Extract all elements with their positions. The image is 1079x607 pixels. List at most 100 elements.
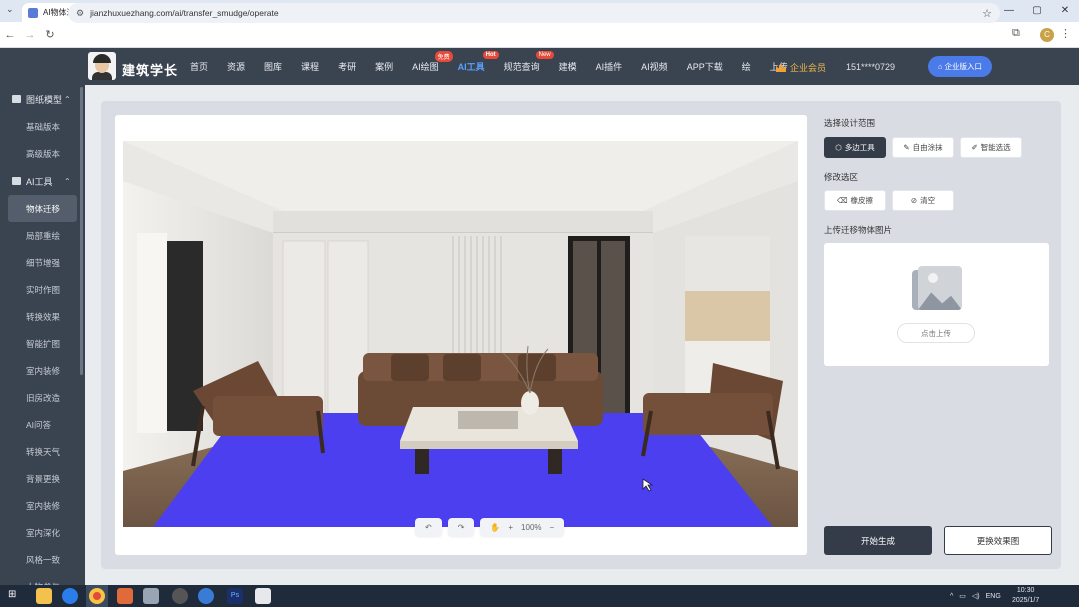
- taskbar-clock[interactable]: 10:30 2025/1/7: [1012, 586, 1039, 606]
- edge-icon[interactable]: [62, 588, 78, 604]
- omnibox[interactable]: ⚙ jianzhuxuezhang.com/ai/transfer_smudge…: [68, 3, 1000, 23]
- network-icon[interactable]: ▭: [959, 592, 966, 600]
- brush-tool-button[interactable]: ✎ 自由涂抹: [892, 137, 954, 158]
- bookmark-star-icon[interactable]: ☆: [982, 7, 992, 20]
- sidebar-item[interactable]: 局部重绘: [0, 222, 85, 249]
- enterprise-button[interactable]: ⌂ 企业版入口: [928, 56, 992, 77]
- room-image-canvas[interactable]: [123, 141, 798, 527]
- polygon-tool-label: 多边工具: [844, 143, 875, 152]
- sidebar-item[interactable]: 人物参与: [0, 573, 85, 586]
- vip-label: 企业会员: [790, 63, 827, 73]
- tab-search-icon[interactable]: ⌄: [6, 4, 14, 15]
- back-icon[interactable]: ←: [0, 29, 20, 41]
- volume-icon[interactable]: ◁): [972, 592, 980, 600]
- nav-item[interactable]: 案例: [375, 60, 393, 73]
- sidebar-item[interactable]: 基础版本: [0, 113, 85, 140]
- app-icon-3[interactable]: [172, 588, 188, 604]
- sidebar-item[interactable]: 转换天气: [0, 438, 85, 465]
- forward-icon[interactable]: →: [20, 29, 40, 41]
- nav-badge: Hot: [482, 51, 499, 59]
- sidebar-group[interactable]: AI工具 ⌃: [0, 167, 85, 195]
- sidebar-item[interactable]: 室内装修: [0, 357, 85, 384]
- nav-item[interactable]: 考研: [338, 60, 356, 73]
- group-icon: [12, 177, 21, 185]
- extensions-icon[interactable]: ⧉: [1012, 27, 1020, 40]
- eraser-label: 橡皮擦: [850, 196, 874, 205]
- window-controls: — ▢ ✕: [995, 0, 1079, 22]
- file-explorer-icon[interactable]: [36, 588, 52, 604]
- sidebar-scrollbar[interactable]: [80, 87, 83, 375]
- favicon-icon: [28, 7, 38, 18]
- sidebar-item[interactable]: 背景更换: [0, 465, 85, 492]
- sidebar-item[interactable]: 物体迁移: [8, 195, 77, 222]
- sidebar-item[interactable]: 室内装修: [0, 492, 85, 519]
- maximize-icon[interactable]: ▢: [1023, 0, 1051, 22]
- swap-result-button[interactable]: 更换效果图: [944, 526, 1052, 555]
- brush-tool-icon: ✎: [903, 143, 910, 152]
- brand-name[interactable]: 建筑学长: [122, 60, 178, 79]
- nav-item[interactable]: AI工具 Hot: [458, 51, 499, 73]
- sidebar-item[interactable]: 风格一致: [0, 546, 85, 573]
- close-window-icon[interactable]: ✕: [1051, 0, 1079, 22]
- vip-link[interactable]: 企业会员: [776, 61, 826, 74]
- language-indicator[interactable]: ENG: [986, 593, 1001, 600]
- start-icon[interactable]: ⊞: [8, 589, 16, 600]
- zoom-in-icon[interactable]: +: [508, 523, 513, 532]
- photoshop-icon[interactable]: Ps: [227, 588, 243, 604]
- nav-item[interactable]: 规范查询 New: [504, 51, 554, 73]
- upload-button[interactable]: 点击上传: [897, 323, 975, 343]
- site-info-icon[interactable]: ⚙: [76, 8, 84, 19]
- sidebar-group[interactable]: 图纸模型 ⌃: [0, 85, 85, 113]
- nav-item[interactable]: AI视频: [641, 60, 668, 73]
- nav-item-label: 课程: [301, 62, 320, 72]
- profile-avatar[interactable]: C: [1040, 28, 1054, 42]
- polygon-tool-button[interactable]: ⬡ 多边工具: [824, 137, 886, 158]
- nav-item[interactable]: 课程: [301, 60, 319, 73]
- nav-item[interactable]: APP下载: [687, 60, 723, 73]
- nav-item[interactable]: AI插件: [596, 60, 623, 73]
- reload-icon[interactable]: ↻: [40, 28, 60, 41]
- undo-button[interactable]: ↶: [415, 518, 442, 536]
- sidebar-item[interactable]: 智能扩图: [0, 330, 85, 357]
- sidebar-item[interactable]: 实时作图: [0, 276, 85, 303]
- nav-item-label: 首页: [190, 62, 209, 72]
- generate-button[interactable]: 开始生成: [824, 526, 932, 555]
- range-title: 选择设计范围: [824, 118, 876, 128]
- zoom-controls: ✋ + 100% −: [480, 518, 565, 536]
- url-text: jianzhuxuezhang.com/ai/transfer_smudge/o…: [90, 8, 279, 18]
- nav-item[interactable]: 绘: [742, 60, 751, 73]
- image-placeholder-icon: [918, 266, 962, 310]
- crown-icon: [776, 63, 786, 72]
- sidebar-item[interactable]: 转换效果: [0, 303, 85, 330]
- nav-badge: New: [535, 51, 554, 59]
- sidebar-item[interactable]: 高级版本: [0, 140, 85, 167]
- pan-hand-icon[interactable]: ✋: [490, 523, 500, 532]
- nav-item[interactable]: 建模: [559, 60, 577, 73]
- clear-icon: ⊘: [910, 196, 918, 205]
- nav-item[interactable]: 资源: [227, 60, 245, 73]
- sidebar-item[interactable]: 室内深化: [0, 519, 85, 546]
- zoom-out-icon[interactable]: −: [550, 523, 555, 532]
- eraser-button[interactable]: ⌫ 橡皮擦: [824, 190, 886, 211]
- nav-item[interactable]: 图库: [264, 60, 282, 73]
- app-icon-2[interactable]: [143, 588, 159, 604]
- undo-icon: ↶: [425, 522, 432, 532]
- sidebar-item[interactable]: AI问答: [0, 411, 85, 438]
- nav-item-label: AI绘图: [412, 62, 439, 72]
- app-icon-4[interactable]: [198, 588, 214, 604]
- sidebar-item[interactable]: 旧房改造: [0, 384, 85, 411]
- chrome-icon[interactable]: [89, 588, 105, 604]
- app-icon-1[interactable]: [117, 588, 133, 604]
- tray-chevron-icon[interactable]: ^: [950, 593, 953, 600]
- clear-button[interactable]: ⊘ 清空: [892, 190, 954, 211]
- nav-item-label: AI视频: [641, 62, 668, 72]
- redo-button[interactable]: ↷: [447, 518, 475, 536]
- user-phone[interactable]: 151****0729: [846, 62, 895, 72]
- app-icon-5[interactable]: [255, 588, 271, 604]
- sidebar-item[interactable]: 细节增强: [0, 249, 85, 276]
- smart-select-button[interactable]: ✐ 智能选选: [960, 137, 1022, 158]
- logo-avatar[interactable]: [88, 52, 116, 80]
- nav-item[interactable]: AI绘图 免费: [412, 51, 453, 73]
- nav-item[interactable]: 首页: [190, 60, 208, 73]
- browser-menu-icon[interactable]: ⋮: [1060, 27, 1071, 40]
